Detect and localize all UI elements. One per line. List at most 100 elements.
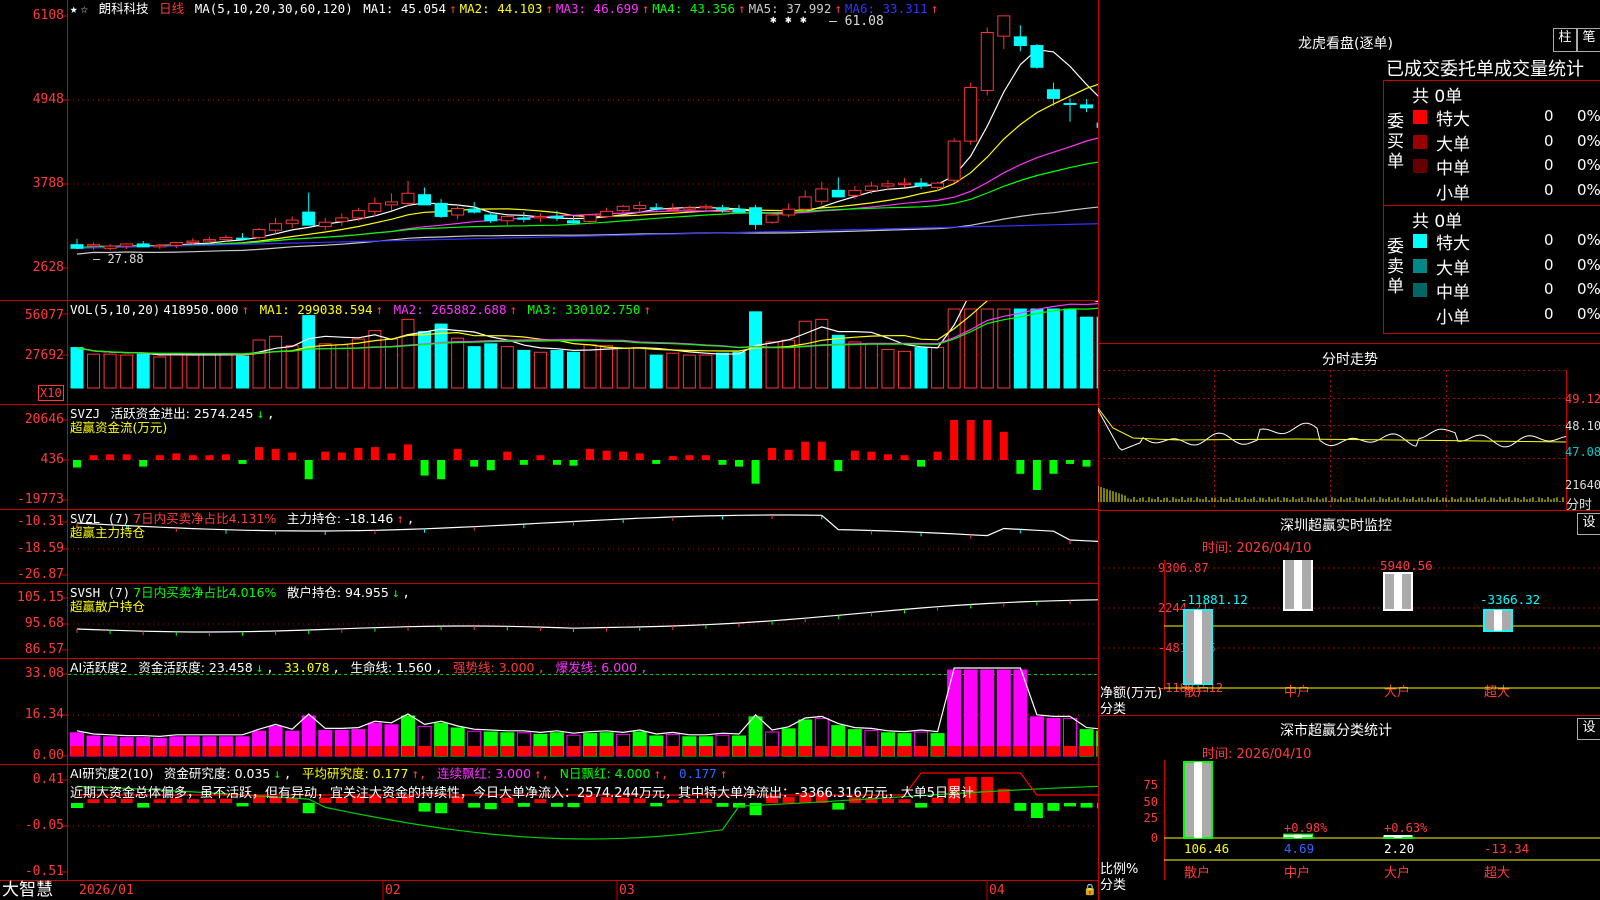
candle [252,228,266,240]
period-label[interactable]: 日线 [159,1,184,16]
activity-base-bar [368,746,382,756]
order-pct: 0% [1577,304,1600,323]
lock-icon[interactable]: 🔒 [1083,883,1097,896]
candlestick-chart[interactable]: ✱ ✱ ✱ [68,0,1098,300]
money-flow-bar [304,460,313,480]
candle-body [815,188,829,202]
date-axis-label: 02 [385,883,401,898]
ma-arrow: ↑ [545,1,553,16]
activity-base-bar [351,746,365,756]
research-bar [517,803,530,807]
money-flow-bar [122,454,131,460]
candle-body [997,15,1011,37]
order-size-label: 小单 [1436,307,1470,328]
candle-body [120,243,134,247]
volume-bar [120,354,134,389]
ai-tick: -0.51 [24,864,64,879]
activity-base-bar [484,746,498,756]
money-flow-bar [850,450,859,460]
price-header: ★ ☆ 朗科科技 日线 MA(5,10,20,30,60,120) MA1: 45… [70,1,944,16]
candle-body [732,208,746,213]
monitor-category: 大户 [1384,684,1410,700]
volume-bar [682,354,696,389]
money-flow-bar [735,460,743,467]
monitor-bar-value: -3366.32 [1480,592,1540,607]
svsh-tick: 86.57 [24,642,64,657]
order-count: 0 [1544,304,1554,323]
volume-bar [533,351,547,389]
candle [500,214,514,226]
money-flow-bar [503,451,512,460]
volume-bar [153,356,167,389]
candle-body [202,239,216,242]
activity-base-bar [236,746,249,756]
order-color-swatch [1413,234,1427,248]
bar-mode-button[interactable]: 柱 [1553,28,1577,52]
order-size-label: 特大 [1436,110,1470,130]
candle [335,213,349,226]
order-size-label: 大单 [1436,134,1470,155]
activity-base-bar [1096,746,1098,756]
candle [633,201,647,213]
classify-settings-button[interactable]: 设 [1577,718,1600,740]
intraday-vol-tick: 21640 [1565,478,1600,492]
money-flow-bar [751,460,760,484]
svsh-tick: 105.15 [17,590,64,605]
ma-value: MA1: 45.054 [363,1,447,16]
ma-arrow: ↑ [930,1,939,16]
activity-base-bar [169,746,183,756]
money-flow-bar [106,454,115,460]
candle [70,238,84,250]
activity-base-bar [583,746,597,756]
money-flow-bar [1066,460,1074,464]
ai-tick: -0.05 [24,818,64,833]
order-pct: 0% [1577,280,1600,298]
candle-body [318,221,332,228]
candle-body [384,201,398,206]
ai-tick: 0.41 [32,772,64,787]
classify-y-tick: 75 [1144,778,1158,792]
activity-base-bar [335,746,349,756]
research-bar [650,803,663,807]
order-pct: 0% [1577,231,1600,249]
classify-cat-label: 分类 [1100,878,1127,893]
money-flow-bar [1016,460,1025,474]
activity-base-bar [153,746,167,756]
money-flow-bar [1049,460,1058,474]
activity-base-bar [798,746,812,756]
research-bar [71,803,83,808]
monitor-bar-value: 5940.56 [1380,560,1433,573]
monitor-settings-button[interactable]: 设 [1577,513,1600,535]
activity-bar [996,669,1011,757]
order-count: 0 [1544,156,1554,174]
buy-order-label: 委买单 [1387,112,1404,172]
candle-body [1096,122,1098,128]
order-pct: 0% [1577,107,1600,125]
money-flow-bar [552,460,561,465]
intraday-price-tick: 47.08 [1565,445,1600,459]
activity-base-bar [517,746,531,756]
candle [567,215,580,224]
ai2-tick: 0.00 [32,748,64,763]
activity-base-bar [285,746,299,756]
activity-base-bar [848,746,862,756]
money-flow-bar [983,420,992,460]
classify-category: 大户 [1384,865,1410,881]
candle-body [749,207,763,225]
activity-base-bar [103,746,117,756]
tick-mode-button[interactable]: 笔 [1577,28,1600,52]
vol-unit-badge[interactable]: X10 [38,385,64,401]
activity-bar [980,669,995,757]
monitor-bar-highlight [1394,572,1402,610]
order-size-label: 中单 [1436,159,1470,179]
intraday-chart[interactable] [1098,370,1600,510]
money-flow-bar [619,451,628,460]
volume-bar [318,343,332,389]
candle [864,181,878,194]
volume-bar [898,350,911,389]
brand-logo[interactable]: 大智慧 [2,880,53,900]
candle-body [169,242,183,246]
candle [782,203,796,218]
ma-arrow: ↑ [449,1,457,16]
money-flow-bar [139,460,148,467]
